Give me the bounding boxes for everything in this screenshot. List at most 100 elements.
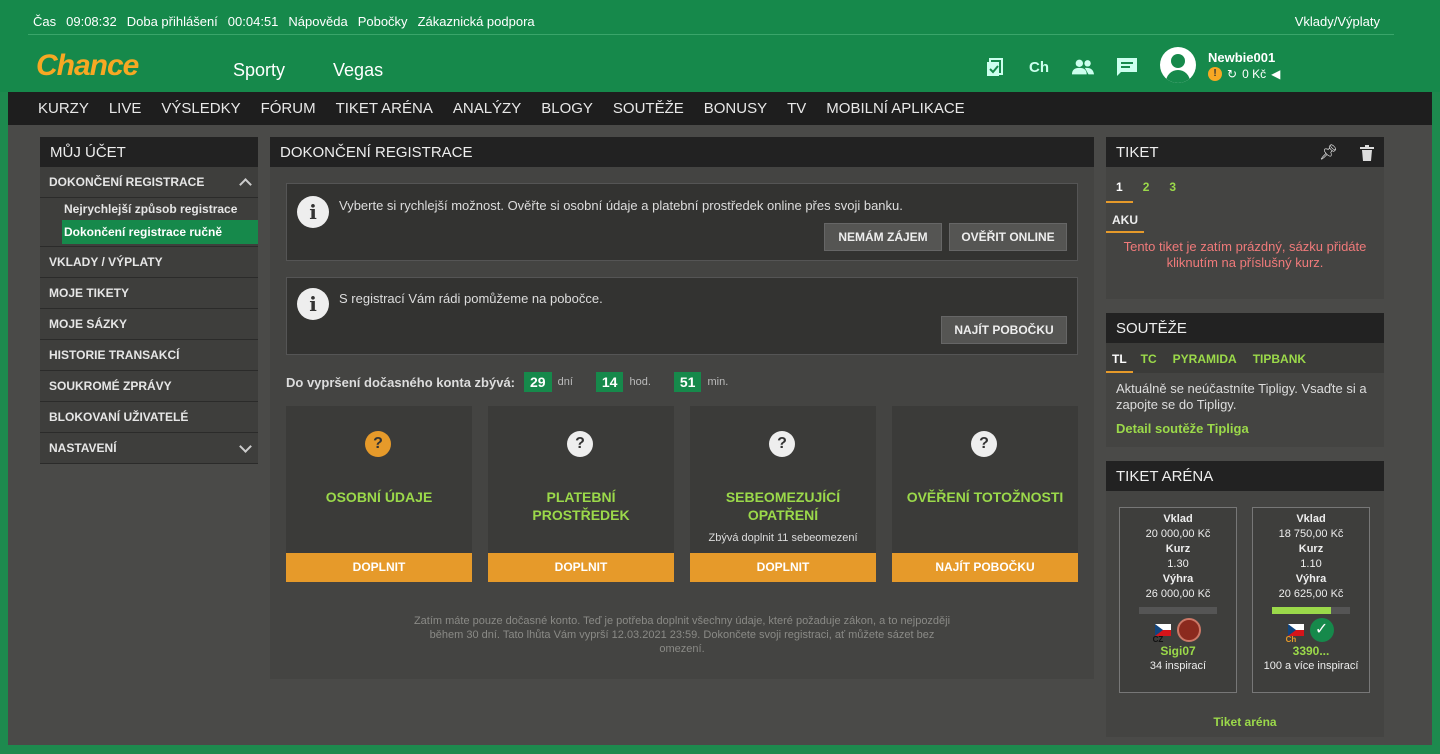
deposits-link[interactable]: Vklady/Výplaty [1295, 14, 1380, 29]
nav-analyzy[interactable]: ANALÝZY [453, 100, 521, 117]
chance-icon[interactable]: Ch [1028, 56, 1050, 78]
arena-username[interactable]: 3390... [1253, 644, 1369, 659]
arena-ticket[interactable]: Vklad 18 750,00 Kč Kurz 1.10 Výhra 20 62… [1252, 507, 1370, 693]
username[interactable]: Newbie001 [1208, 50, 1275, 65]
trash-icon[interactable] [1360, 137, 1374, 168]
chevron-down-icon[interactable] [239, 440, 252, 453]
contest-tab-tl[interactable]: TL [1106, 343, 1133, 373]
menu-dokonceni-registrace[interactable]: DOKONČENÍ REGISTRACE [40, 167, 258, 198]
header: Chance Sporty Vegas Ch Newbie001 ! ↻ 0 K… [0, 40, 1440, 92]
menu-section-label: DOKONČENÍ REGISTRACE [49, 175, 205, 189]
find-branch-card-button[interactable]: NAJÍT POBOČKU [892, 553, 1078, 582]
ticket-arena-link[interactable]: Tiket aréna [1106, 715, 1384, 729]
countdown-hours: 14 [595, 372, 624, 392]
branches-link[interactable]: Pobočky [358, 14, 408, 29]
nav-kurzy[interactable]: KURZY [38, 100, 89, 117]
question-icon[interactable]: ? [971, 431, 997, 457]
menu-blokovani-uzivatele[interactable]: BLOKOVANÍ UŽIVATELÉ [40, 402, 258, 433]
refresh-icon[interactable]: ↻ [1227, 67, 1237, 81]
check-icon[interactable]: ✓ [1309, 618, 1334, 642]
question-icon[interactable]: ? [769, 431, 795, 457]
fill-self-limits-button[interactable]: DOPLNIT [690, 553, 876, 582]
menu-sub-manual[interactable]: Dokončení registrace ručně [62, 220, 258, 244]
nav-souteze[interactable]: SOUTĚŽE [613, 100, 684, 117]
question-icon[interactable]: ? [365, 431, 391, 457]
login-duration-value: 00:04:51 [227, 14, 279, 29]
fill-payment-button[interactable]: DOPLNIT [488, 553, 674, 582]
contest-tab-tipbank[interactable]: TIPBANK [1245, 343, 1314, 373]
contest-text: Aktuálně se neúčastníte Tipligy. Vsaďte … [1116, 381, 1367, 412]
ticket-icon[interactable] [984, 56, 1006, 78]
menu-nastaveni[interactable]: NASTAVENÍ [40, 433, 258, 464]
chevron-up-icon[interactable] [239, 178, 252, 191]
caret-left-icon[interactable]: ◀ [1271, 67, 1280, 81]
nav-tv[interactable]: TV [787, 100, 806, 117]
contests-title: SOUTĚŽE [1106, 313, 1384, 343]
arena-username[interactable]: Sigi07 [1120, 644, 1236, 659]
divider [28, 34, 1394, 35]
online-verify-text: Vyberte si rychlejší možnost. Ověřte si … [339, 198, 903, 213]
nav-mobilni-aplikace[interactable]: MOBILNÍ APLIKACE [826, 100, 964, 117]
card-title: OSOBNÍ ÚDAJE [325, 489, 433, 505]
user-avatar[interactable] [1176, 618, 1201, 642]
time-value: 09:08:32 [66, 14, 117, 29]
arena-ticket[interactable]: Vklad 20 000,00 Kč Kurz 1.30 Výhra 26 00… [1119, 507, 1237, 693]
avatar[interactable] [1160, 47, 1196, 83]
nav-tiket-arena[interactable]: TIKET ARÉNA [336, 100, 433, 117]
nav-live[interactable]: LIVE [109, 100, 142, 117]
card-self-limits: ? SEBEOMEZUJÍCÍ OPATŘENÍ Zbývá doplnit 1… [690, 406, 876, 582]
menu-soukrome-zpravy[interactable]: SOUKROMÉ ZPRÁVY [40, 371, 258, 402]
nav-bonusy[interactable]: BONUSY [704, 100, 767, 117]
menu-sub-fastest[interactable]: Nejrychlejší způsob registrace [40, 198, 258, 220]
help-link[interactable]: Nápověda [288, 14, 347, 29]
menu-moje-sazky[interactable]: MOJE SÁZKY [40, 309, 258, 340]
menu-vklady-vyplaty[interactable]: VKLADY / VÝPLATY [40, 247, 258, 278]
aku-tab[interactable]: AKU [1106, 203, 1144, 233]
progress-fill [1272, 607, 1331, 614]
ticket-tab-3[interactable]: 3 [1159, 167, 1186, 203]
top-bar: Čas 09:08:32 Doba přihlášení 00:04:51 Ná… [0, 0, 1440, 40]
days-unit: dní [557, 376, 573, 388]
nav-forum[interactable]: FÓRUM [261, 100, 316, 117]
account-menu: MŮJ ÚČET DOKONČENÍ REGISTRACE Nejrychlej… [40, 137, 258, 464]
find-branch-button[interactable]: NAJÍT POBOČKU [941, 316, 1067, 344]
fill-personal-button[interactable]: DOPLNIT [286, 553, 472, 582]
nav-blogy[interactable]: BLOGY [541, 100, 593, 117]
countdown-minutes: 51 [673, 372, 702, 392]
contests-panel: SOUTĚŽE TL TC PYRAMIDA TIPBANK Aktuálně … [1106, 313, 1384, 447]
nav-vegas[interactable]: Vegas [333, 60, 383, 81]
card-title-line2: PROSTŘEDEK [532, 507, 630, 523]
support-link[interactable]: Zákaznická podpora [418, 14, 535, 29]
progress-bar [1139, 607, 1217, 614]
registration-panel: DOKONČENÍ REGISTRACE i Vyberte si rychle… [270, 137, 1094, 679]
vklad-label: Vklad [1296, 513, 1326, 525]
registration-title: DOKONČENÍ REGISTRACE [270, 137, 1094, 167]
temporary-account-note: Zatím máte pouze dočasné konto. Teď je p… [413, 615, 951, 655]
verify-online-button[interactable]: OVĚŘIT ONLINE [949, 223, 1067, 251]
contest-tab-pyramida[interactable]: PYRAMIDA [1165, 343, 1245, 373]
tipliga-detail-link[interactable]: Detail soutěže Tipliga [1106, 421, 1384, 436]
question-icon[interactable]: ? [567, 431, 593, 457]
chance-logo[interactable]: Chance [36, 49, 139, 83]
kurz-value: 1.10 [1300, 558, 1322, 570]
nav-vysledky[interactable]: VÝSLEDKY [161, 100, 240, 117]
menu-moje-tikety[interactable]: MOJE TIKETY [40, 278, 258, 309]
ticket-tab-2[interactable]: 2 [1133, 167, 1160, 203]
users-icon[interactable] [1072, 56, 1094, 78]
info-icon: i [297, 196, 329, 228]
vyhra-value: 26 000,00 Kč [1145, 588, 1211, 600]
pin-icon[interactable]: 📌︎ [1319, 137, 1338, 168]
menu-historie-transakci[interactable]: HISTORIE TRANSAKCÍ [40, 340, 258, 371]
not-interested-button[interactable]: NEMÁM ZÁJEM [824, 223, 942, 251]
chat-icon[interactable] [1116, 56, 1138, 78]
card-payment: ? PLATEBNÍ PROSTŘEDEK DOPLNIT [488, 406, 674, 582]
nav-sporty[interactable]: Sporty [233, 60, 285, 81]
warning-icon[interactable]: ! [1208, 67, 1222, 81]
countdown-label: Do vypršení dočasného konta zbývá: [286, 374, 516, 390]
card-personal-data: ? OSOBNÍ ÚDAJE DOPLNIT [286, 406, 472, 582]
kurz-label: Kurz [1165, 543, 1191, 555]
ticket-arena-panel: TIKET ARÉNA Vklad 20 000,00 Kč Kurz 1.30… [1106, 461, 1384, 737]
ticket-tab-1[interactable]: 1 [1106, 167, 1133, 203]
contest-tab-tc[interactable]: TC [1133, 343, 1165, 373]
kurz-label: Kurz [1298, 543, 1324, 555]
